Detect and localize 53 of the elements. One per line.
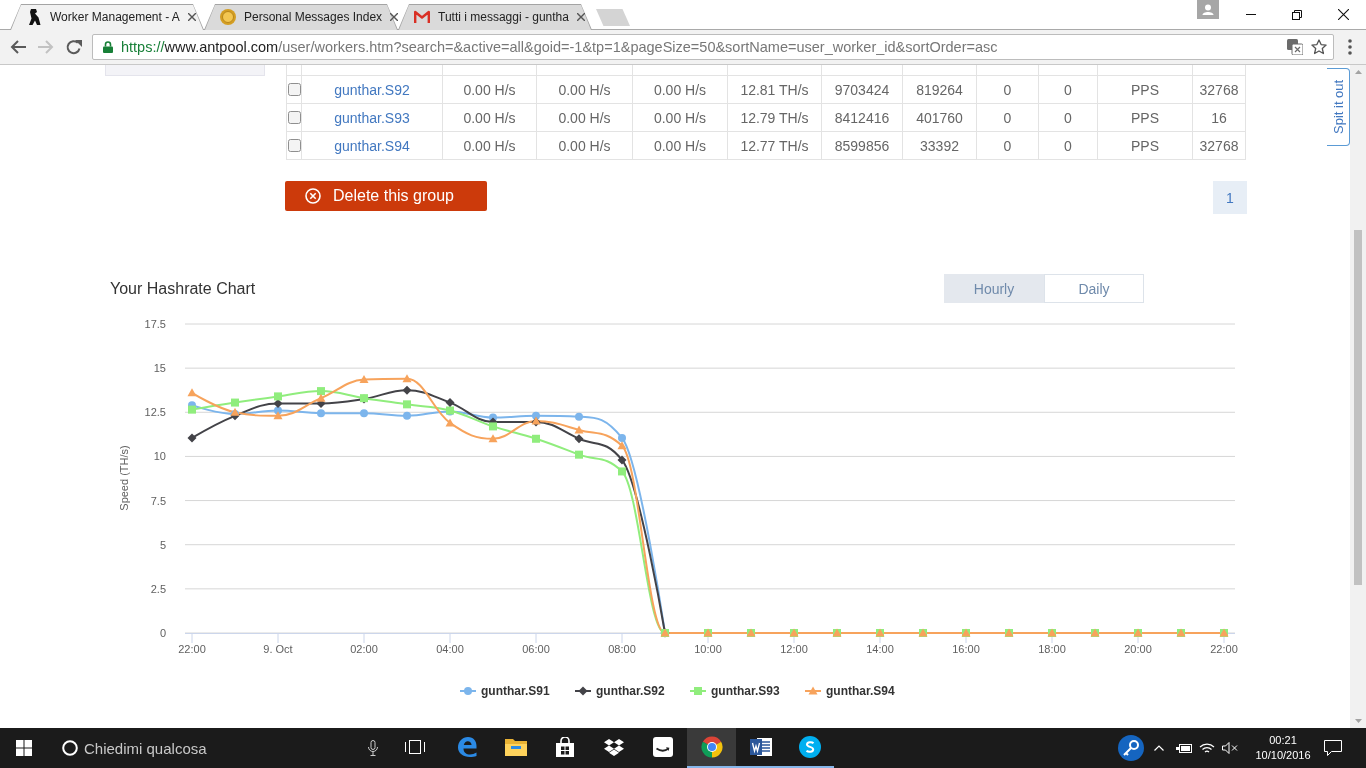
table-cell: 12.77 TH/s [728,132,822,160]
axis-label: 15 [153,362,166,375]
axis-label: 22:00 [178,643,206,655]
axis-label: 12.5 [144,406,166,419]
axis-label: 7.5 [150,494,166,507]
table-cell: 8412416 [822,104,903,132]
axis-label: 16:00 [952,643,980,655]
table-cell: 0.00 H/s [537,132,633,160]
table-cell: 0.00 H/s [537,104,633,132]
chart-title: Your Hashrate Chart [110,279,256,297]
axis-label: 20:00 [1124,643,1152,655]
table-cell: 0 [977,76,1039,104]
table-cell: 401760 [903,104,977,132]
table-cell: 8599856 [822,132,903,160]
table-cell: 819264 [903,76,977,104]
table-cell: 12.79 TH/s [728,104,822,132]
table-cell: 32768 [1193,76,1246,104]
table-cell: 0 [977,132,1039,160]
table-cell: 0 [977,104,1039,132]
table-cell: 0.00 H/s [633,132,728,160]
axis-label: 10:00 [694,643,722,655]
axis-label: 04:00 [436,643,464,655]
axis-label: 14:00 [866,643,894,655]
table-cell: 0.00 H/s [443,132,537,160]
axis-label: 17.5 [144,318,166,330]
table-cell: 16 [1193,104,1246,132]
table-cell: 0 [1039,132,1098,160]
table-cell: 9703424 [822,76,903,104]
axis-label: 12:00 [780,643,808,655]
table-cell: 0 [1039,104,1098,132]
table-cell: 0.00 H/s [633,104,728,132]
axis-label: 18:00 [1038,643,1066,655]
axis-label: 5 [159,538,166,551]
table-cell: PPS [1098,104,1193,132]
axis-label: 2.5 [150,582,166,595]
table-cell: 0.00 H/s [633,76,728,104]
table-cell: 33392 [903,132,977,160]
table-cell: PPS [1098,76,1193,104]
axis-label: 02:00 [350,643,378,655]
axis-label: 0 [159,627,166,639]
table-cell: 0.00 H/s [443,76,537,104]
axis-title: Speed (TH/s) [118,445,130,511]
table-cell: 32768 [1193,132,1246,160]
axis-label: 06:00 [522,643,550,655]
axis-label: 22:00 [1210,643,1238,655]
axis-label: 10 [153,450,166,463]
axis-label: 9. Oct [263,643,293,655]
table-cell: PPS [1098,132,1193,160]
table-cell: 0 [1039,76,1098,104]
table-cell: 0.00 H/s [443,104,537,132]
table-cell: 0.00 H/s [537,76,633,104]
axis-label: 08:00 [608,643,636,655]
table-cell: 12.81 TH/s [728,76,822,104]
